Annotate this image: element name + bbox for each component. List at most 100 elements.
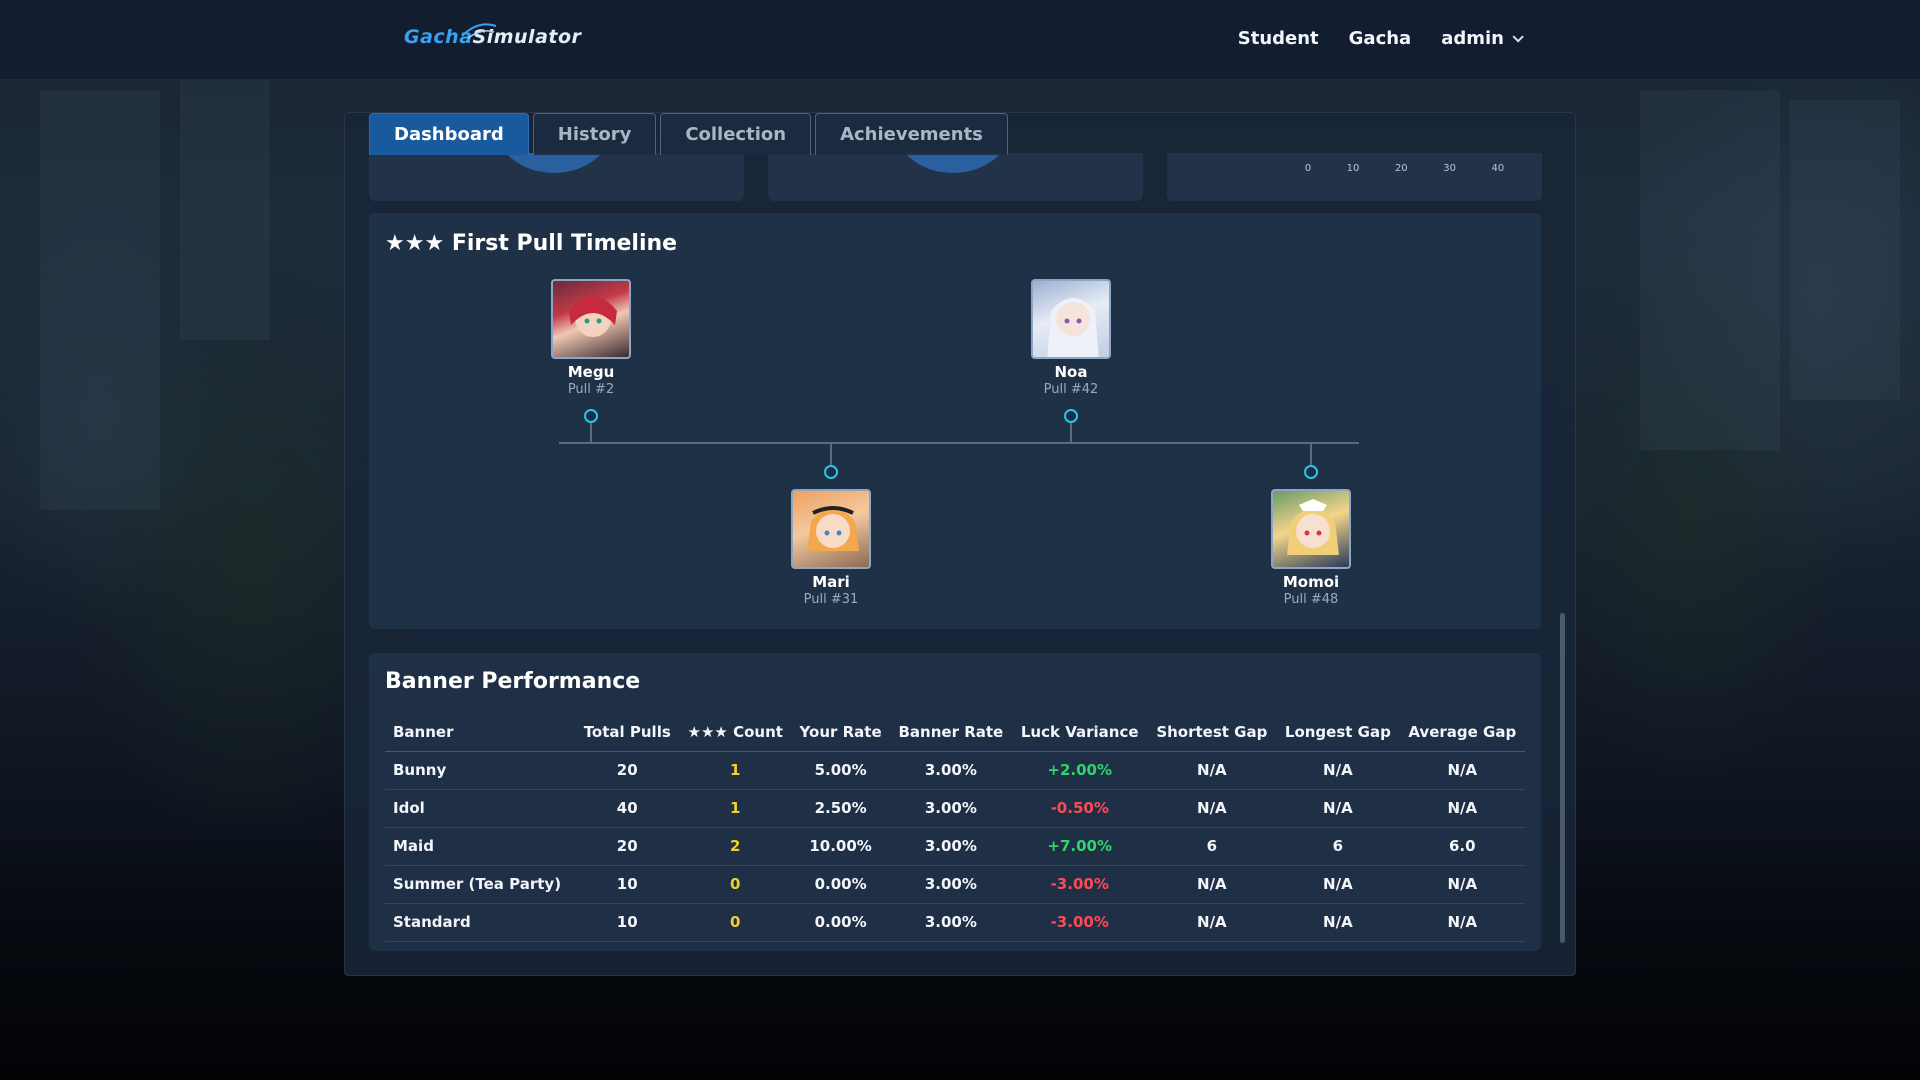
table-cell: N/A	[1399, 751, 1525, 790]
user-menu-label: admin	[1441, 28, 1504, 49]
character-portrait	[1031, 279, 1111, 359]
table-cell: 1	[679, 751, 792, 790]
table-cell: 10	[575, 865, 680, 904]
table-cell: 10.00%	[791, 827, 890, 866]
table-cell: 6	[1276, 827, 1400, 866]
donut-chart-fragment	[893, 153, 1013, 173]
timeline-entry[interactable]: Noa Pull #42	[1001, 279, 1141, 397]
scrollbar[interactable]	[1560, 613, 1565, 943]
table-cell: 2.50%	[791, 789, 890, 828]
table-row[interactable]: Maid 20 2 10.00% 3.00% +7.00% 6 6 6.0	[385, 827, 1525, 866]
table-cell: 20	[575, 751, 680, 790]
table-cell: N/A	[1276, 903, 1400, 942]
banner-performance-title: Banner Performance	[385, 669, 641, 694]
table-cell: 5.00%	[791, 751, 890, 790]
nav-student[interactable]: Student	[1238, 28, 1319, 49]
timeline-title: ★★★ First Pull Timeline	[385, 231, 678, 256]
table-cell: N/A	[1399, 903, 1525, 942]
column-header[interactable]: Your Rate	[791, 713, 890, 752]
pull-number: Pull #42	[1043, 382, 1099, 397]
character-portrait	[1271, 489, 1351, 569]
table-row[interactable]: Bunny 20 1 5.00% 3.00% +2.00% N/A N/A N/A	[385, 751, 1525, 790]
table-cell: 6	[1147, 827, 1277, 866]
table-cell: 40	[575, 789, 680, 828]
timeline-axis	[559, 442, 1359, 444]
table-cell: 3.00%	[889, 827, 1012, 866]
timeline-entry[interactable]: Megu Pull #2	[521, 279, 661, 397]
axis-tick: 10	[1346, 163, 1360, 174]
timeline-entry[interactable]: Mari Pull #31	[761, 489, 901, 607]
table-cell: -3.00%	[1011, 865, 1148, 904]
character-name: Megu	[567, 363, 615, 381]
table-cell: 1	[679, 789, 792, 828]
column-header[interactable]: Banner	[385, 713, 576, 752]
timeline-dot	[584, 409, 598, 423]
app-logo[interactable]: GachaSimulator	[404, 23, 581, 48]
table-header-row: Banner Total Pulls ★★★ Count Your Rate B…	[385, 713, 1525, 752]
timeline-dot	[1304, 465, 1318, 479]
character-portrait	[551, 279, 631, 359]
table-cell: N/A	[1276, 865, 1400, 904]
table-cell: N/A	[1147, 865, 1277, 904]
table-cell: 10	[575, 903, 680, 942]
first-pull-timeline-card: ★★★ First Pull Timeline Megu Pull #2 Noa…	[369, 213, 1541, 629]
summary-card-3: 0 10 20 30 40	[1167, 153, 1542, 201]
tab-collection[interactable]: Collection	[660, 113, 812, 155]
table-cell: N/A	[1147, 751, 1277, 790]
table-cell: 0.00%	[791, 865, 890, 904]
column-header[interactable]: Banner Rate	[889, 713, 1012, 752]
column-header[interactable]: Average Gap	[1399, 713, 1525, 752]
table-row[interactable]: Standard 10 0 0.00% 3.00% -3.00% N/A N/A N/A	[385, 903, 1525, 942]
axis-tick: 40	[1491, 163, 1505, 174]
banner-performance-table: Banner Total Pulls ★★★ Count Your Rate B…	[385, 713, 1525, 942]
timeline-dot	[1064, 409, 1078, 423]
user-menu[interactable]: admin	[1441, 28, 1524, 49]
table-cell: 6.0	[1399, 827, 1525, 866]
table-cell: -3.00%	[1011, 903, 1148, 942]
summary-card-1	[369, 153, 744, 201]
column-header[interactable]: Shortest Gap	[1147, 713, 1277, 752]
column-header[interactable]: ★★★ Count	[679, 713, 792, 752]
dashboard-panel: Dashboard History Collection Achievement…	[344, 112, 1576, 976]
donut-chart-fragment	[494, 153, 614, 173]
table-cell: 3.00%	[889, 903, 1012, 942]
chart-axis-ticks: 0 10 20 30 40	[1167, 163, 1542, 174]
table-cell: 0.00%	[791, 903, 890, 942]
timeline-stem	[1070, 423, 1072, 443]
axis-tick: 30	[1443, 163, 1456, 174]
dashboard-scroll-area[interactable]: 0 10 20 30 40 ★★★ First Pull Timeline Me…	[345, 113, 1575, 975]
timeline-dot	[824, 465, 838, 479]
banner-name-cell: Standard	[385, 903, 576, 942]
table-cell: 3.00%	[889, 789, 1012, 828]
table-cell: N/A	[1276, 751, 1400, 790]
summary-card-2	[768, 153, 1143, 201]
axis-tick: 20	[1394, 163, 1408, 174]
logo-swoosh-icon	[461, 23, 497, 39]
column-header[interactable]: Longest Gap	[1276, 713, 1400, 752]
table-cell: N/A	[1147, 903, 1277, 942]
table-row[interactable]: Summer (Tea Party) 10 0 0.00% 3.00% -3.00% N/A…	[385, 865, 1525, 904]
banner-name-cell: Maid	[385, 827, 576, 866]
table-cell: N/A	[1276, 789, 1400, 828]
banner-name-cell: Bunny	[385, 751, 576, 790]
column-header[interactable]: Luck Variance	[1011, 713, 1148, 752]
timeline-entry[interactable]: Momoi Pull #48	[1241, 489, 1381, 607]
table-cell: -0.50%	[1011, 789, 1148, 828]
table-cell: 0	[679, 865, 792, 904]
column-header[interactable]: Total Pulls	[575, 713, 680, 752]
chevron-down-icon	[1512, 30, 1524, 43]
timeline-stem	[590, 423, 592, 443]
nav-gacha[interactable]: Gacha	[1349, 28, 1412, 49]
tab-achievements[interactable]: Achievements	[815, 113, 1008, 155]
table-row[interactable]: Idol 40 1 2.50% 3.00% -0.50% N/A N/A N/A	[385, 789, 1525, 828]
table-cell: +2.00%	[1011, 751, 1148, 790]
table-cell: 3.00%	[889, 865, 1012, 904]
axis-tick: 0	[1304, 163, 1312, 174]
table-cell: 0	[679, 903, 792, 942]
pull-number: Pull #31	[803, 592, 859, 607]
tab-history[interactable]: History	[532, 113, 657, 155]
tab-dashboard[interactable]: Dashboard	[369, 113, 529, 155]
pull-number: Pull #2	[567, 382, 615, 397]
tab-bar: Dashboard History Collection Achievement…	[369, 113, 1008, 155]
table-cell: N/A	[1399, 789, 1525, 828]
